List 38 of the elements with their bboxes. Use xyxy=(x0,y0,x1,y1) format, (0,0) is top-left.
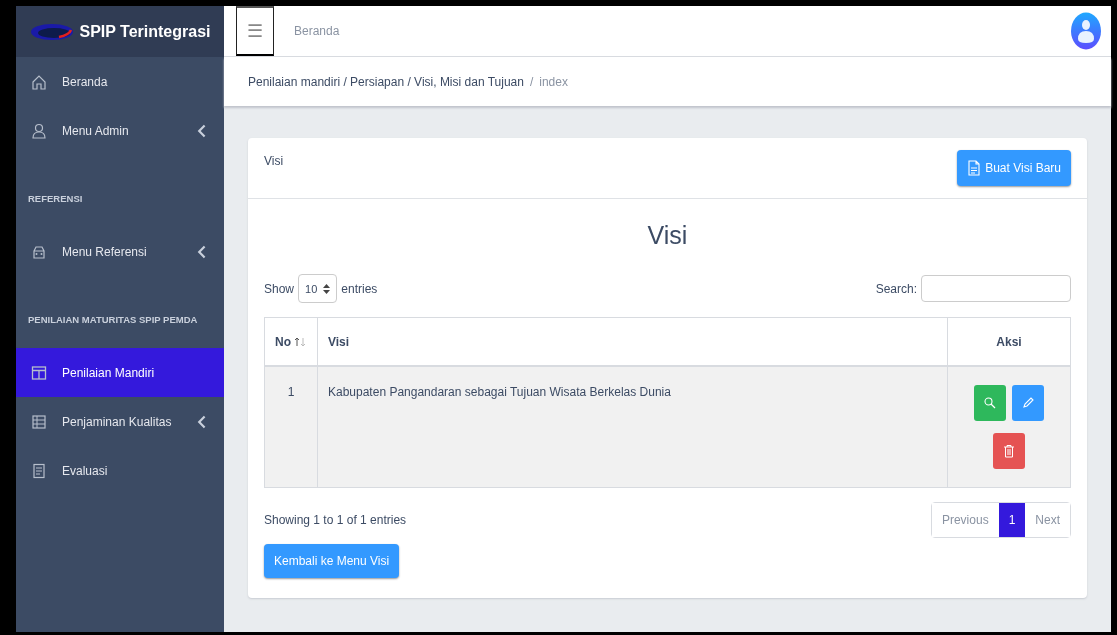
edit-button[interactable] xyxy=(1012,385,1044,421)
document-icon xyxy=(30,461,48,480)
section-header: PENILAIAN MATURITAS SPIP PEMDA xyxy=(27,312,199,327)
page-button[interactable]: 1 xyxy=(998,503,1026,537)
sidebar-item[interactable]: Beranda xyxy=(16,57,224,106)
trash-icon xyxy=(1003,444,1015,458)
sidebar-item[interactable]: Penilaian Mandiri xyxy=(16,348,224,397)
search-label: Search: xyxy=(875,281,917,296)
app-title: SPIP Terintegrasi xyxy=(79,22,211,41)
sidebar-item[interactable]: Evaluasi xyxy=(16,446,224,495)
sidebar-item[interactable]: Menu Admin xyxy=(16,106,224,155)
sort-icon xyxy=(294,336,307,349)
section-header: REFERENSI xyxy=(27,191,84,206)
entries-info: Showing 1 to 1 of 1 entries xyxy=(264,513,407,527)
sidebar-item[interactable]: Penjaminan Kualitas xyxy=(16,397,224,446)
search-field[interactable] xyxy=(921,275,1071,302)
entries-label: entries xyxy=(341,281,378,296)
table-cell: 1 xyxy=(264,366,318,488)
pencil-icon xyxy=(1021,396,1035,410)
breadcrumb-path[interactable]: Penilaian mandiri / Persiapan / Visi, Misi dan Tujuan xyxy=(248,74,524,89)
breadcrumb-current: index xyxy=(539,74,568,89)
section-heading: Visi xyxy=(646,221,689,250)
delete-button[interactable] xyxy=(993,433,1025,469)
show-label: Show xyxy=(264,281,295,296)
grid-icon xyxy=(30,412,48,431)
page-title: Beranda xyxy=(294,24,341,38)
avatar-icon[interactable] xyxy=(1071,12,1101,50)
card-header: Visi xyxy=(264,153,284,168)
sidebar-item[interactable]: Menu Referensi xyxy=(16,227,224,276)
search-icon xyxy=(983,396,997,410)
page-size-select[interactable]: 10 xyxy=(298,274,338,303)
table-cell: Kabupaten Pangandaran sebagai Tujuan Wisata Berkelas Dunia xyxy=(317,366,948,488)
breadcrumb-separator: / xyxy=(529,74,534,89)
user-icon xyxy=(30,121,48,140)
layout-icon xyxy=(30,363,48,382)
sort-arrows-icon xyxy=(323,283,331,294)
document-icon xyxy=(967,160,982,176)
view-button[interactable] xyxy=(974,385,1006,421)
